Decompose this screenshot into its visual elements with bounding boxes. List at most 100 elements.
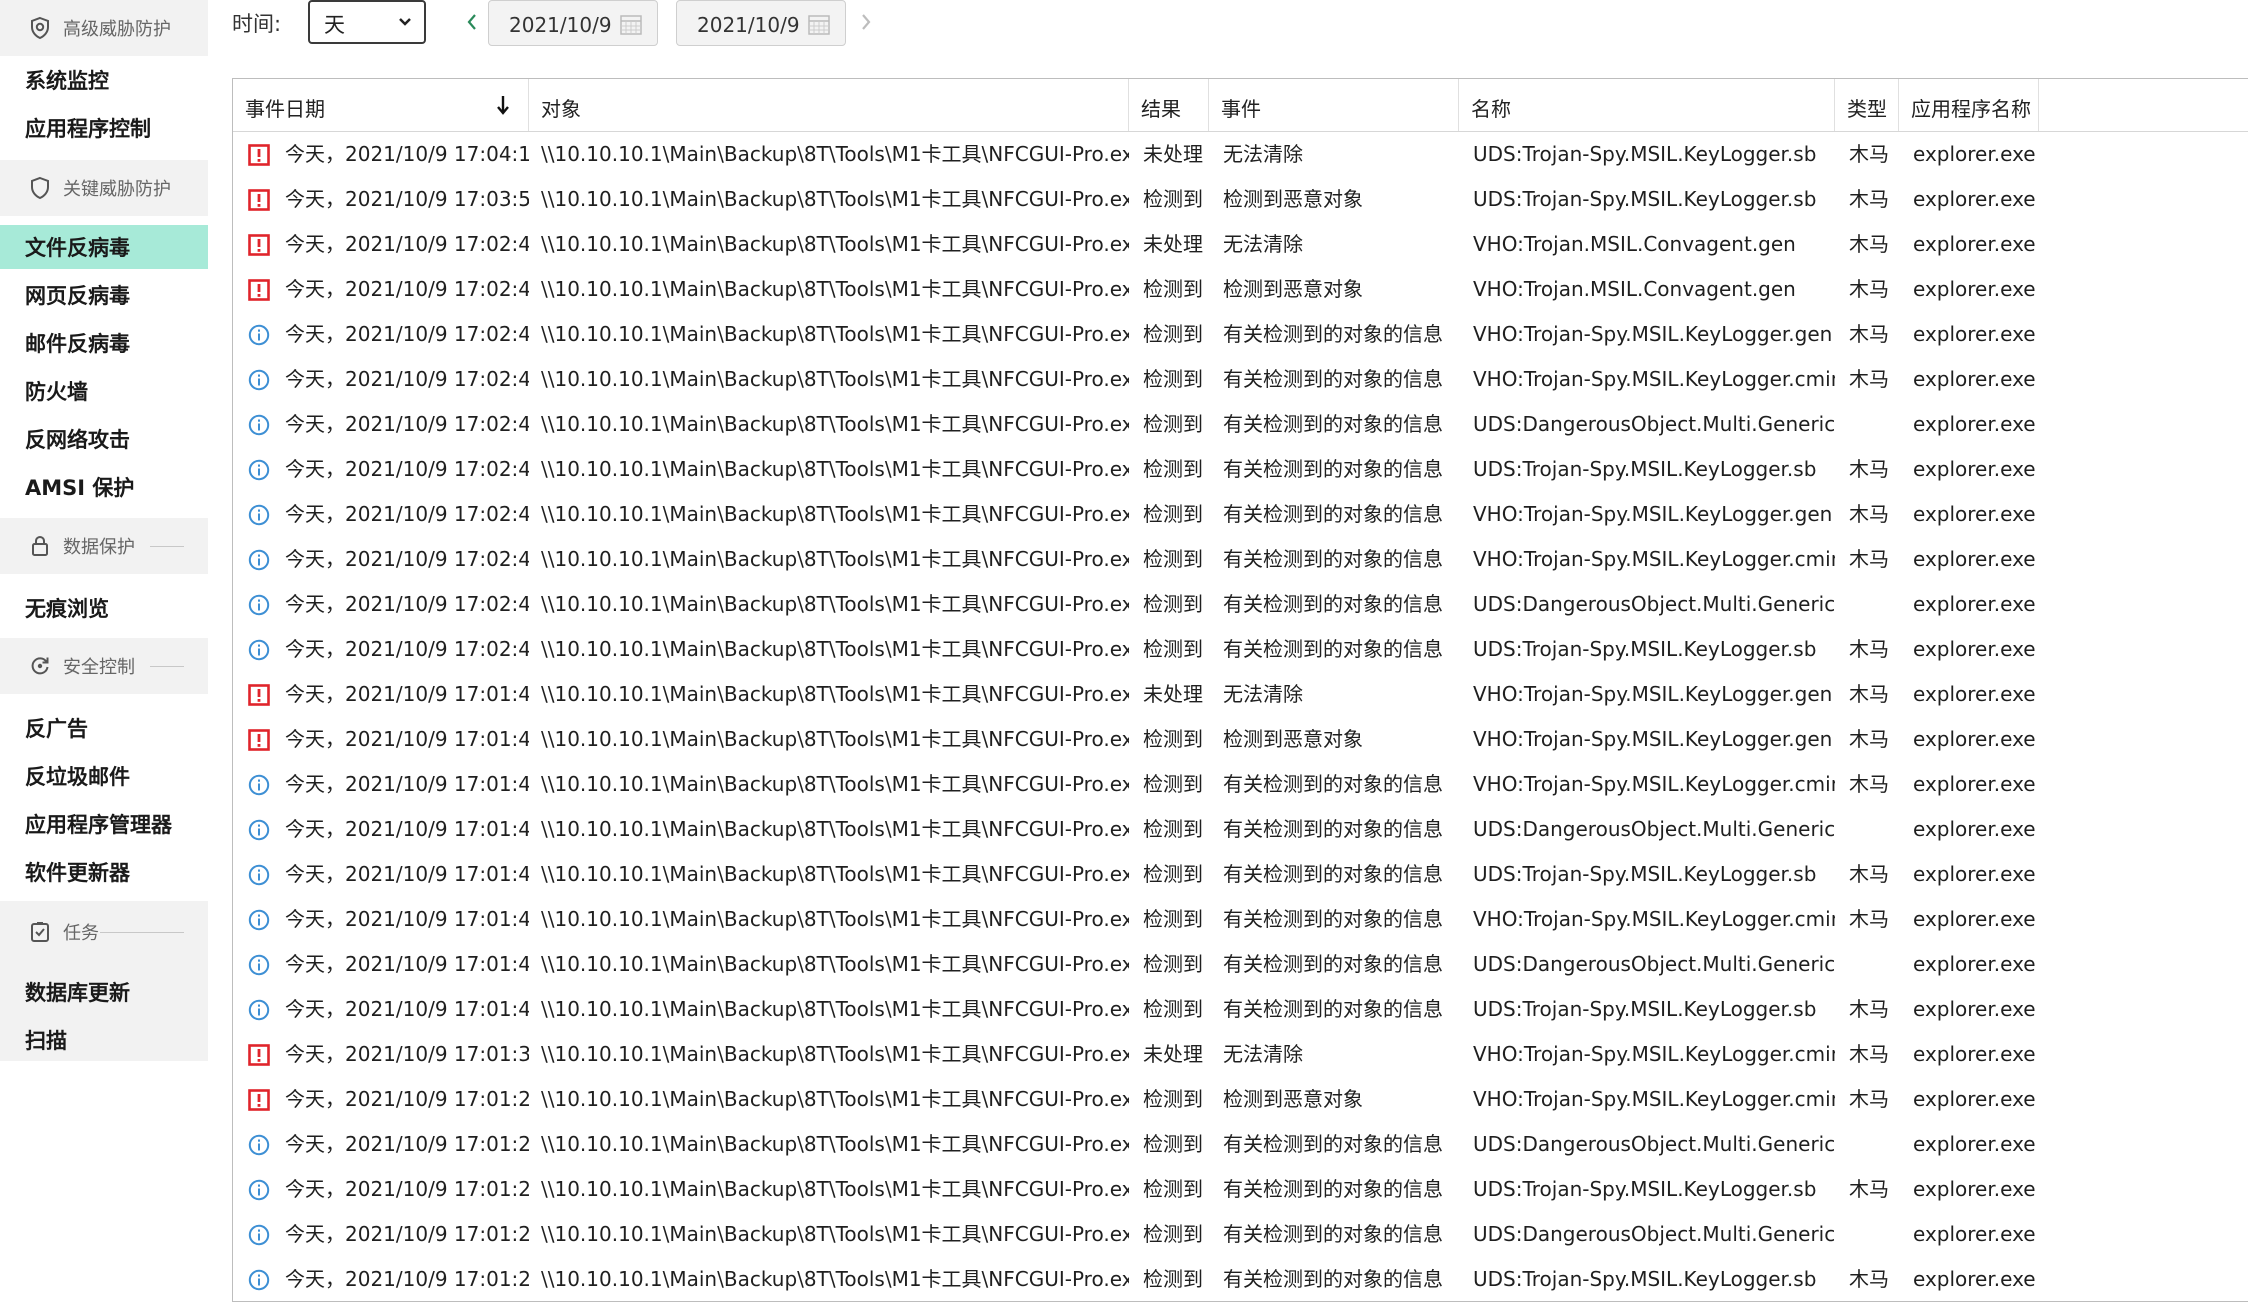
info-status-icon xyxy=(248,819,270,841)
table-row[interactable]: 今天，2021/10/9 17:01:42 \\10.10.10.1\Main\B… xyxy=(233,717,2248,762)
table-row[interactable]: 今天，2021/10/9 17:02:40 \\10.10.10.1\Main\B… xyxy=(233,627,2248,672)
previous-period-icon[interactable] xyxy=(462,10,482,34)
cell-event: 有关检测到的对象的信息 xyxy=(1223,1132,1443,1156)
table-row[interactable]: 今天，2021/10/9 17:01:32 \\10.10.10.1\Main\B… xyxy=(233,1032,2248,1077)
table-row[interactable]: 今天，2021/10/9 17:02:40 \\10.10.10.1\Main\B… xyxy=(233,447,2248,492)
cell-name: UDS:Trojan-Spy.MSIL.KeyLogger.sb xyxy=(1473,637,1817,661)
sidebar-item-amsi[interactable]: AMSI 保护 xyxy=(0,465,208,509)
sidebar-item-anti-spam[interactable]: 反垃圾邮件 xyxy=(0,754,208,798)
error-status-icon xyxy=(248,234,270,256)
table-row[interactable]: 今天，2021/10/9 17:01:42 \\10.10.10.1\Main\B… xyxy=(233,762,2248,807)
sidebar-section-security-control[interactable]: 安全控制 xyxy=(0,638,208,694)
sidebar-item-scan[interactable]: 扫描 xyxy=(0,1018,208,1062)
table-row[interactable]: 今天，2021/10/9 17:02:40 \\10.10.10.1\Main\B… xyxy=(233,402,2248,447)
table-row[interactable]: 今天，2021/10/9 17:01:42 \\10.10.10.1\Main\B… xyxy=(233,897,2248,942)
sidebar-item-app-manager[interactable]: 应用程序管理器 xyxy=(0,802,208,846)
column-header-label: 类型 xyxy=(1847,97,1887,121)
cell-object: \\10.10.10.1\Main\Backup\8T\Tools\M1卡工具\… xyxy=(541,1222,1129,1246)
date-from-picker[interactable]: 2021/10/9 xyxy=(488,0,658,46)
table-row[interactable]: 今天，2021/10/9 17:01:22 \\10.10.10.1\Main\B… xyxy=(233,1122,2248,1167)
cell-type xyxy=(1849,1212,1899,1257)
cell-object: \\10.10.10.1\Main\Backup\8T\Tools\M1卡工具\… xyxy=(541,592,1129,616)
column-header-type[interactable]: 类型 xyxy=(1835,79,1899,131)
cell-app-name: explorer.exe xyxy=(1913,637,2036,661)
cell-result: 检测到 xyxy=(1143,997,1203,1021)
sidebar-item-system-monitor[interactable]: 系统监控 xyxy=(0,58,208,102)
period-select[interactable]: 天 xyxy=(308,0,426,44)
cell-result: 检测到 xyxy=(1143,1222,1203,1246)
sidebar-section-key-threat[interactable]: 关键威胁防护 xyxy=(0,160,208,216)
cell-name: UDS:DangerousObject.Multi.Generic xyxy=(1473,1222,1835,1246)
sidebar-section-advanced-threat[interactable]: 高级威胁防护 xyxy=(0,0,208,56)
table-row[interactable]: 今天，2021/10/9 17:03:59 \\10.10.10.1\Main\B… xyxy=(233,177,2248,222)
sidebar-item-software-updater[interactable]: 软件更新器 xyxy=(0,850,208,894)
table-row[interactable]: 今天，2021/10/9 17:02:40 \\10.10.10.1\Main\B… xyxy=(233,582,2248,627)
column-header-app-name[interactable]: 应用程序名称 xyxy=(1899,79,2039,131)
cell-app-name: explorer.exe xyxy=(1913,772,2036,796)
column-header-label: 对象 xyxy=(541,97,581,121)
table-row[interactable]: 今天，2021/10/9 17:02:40 \\10.10.10.1\Main\B… xyxy=(233,357,2248,402)
cell-type: 木马 xyxy=(1849,502,1889,526)
table-row[interactable]: 今天，2021/10/9 17:01:42 \\10.10.10.1\Main\B… xyxy=(233,942,2248,987)
date-to-picker[interactable]: 2021/10/9 xyxy=(676,0,846,46)
cell-name: UDS:Trojan-Spy.MSIL.KeyLogger.sb xyxy=(1473,457,1817,481)
table-row[interactable]: 今天，2021/10/9 17:01:22 \\10.10.10.1\Main\B… xyxy=(233,1167,2248,1212)
error-status-icon xyxy=(248,279,270,301)
column-header-name[interactable]: 名称 xyxy=(1459,79,1835,131)
cell-date: 今天，2021/10/9 17:01:32 xyxy=(285,1042,529,1066)
table-row[interactable]: 今天，2021/10/9 17:01:22 \\10.10.10.1\Main\B… xyxy=(233,1257,2248,1301)
next-period-icon[interactable] xyxy=(856,10,876,34)
table-row[interactable]: 今天，2021/10/9 17:02:42 \\10.10.10.1\Main\B… xyxy=(233,222,2248,267)
cell-event: 有关检测到的对象的信息 xyxy=(1223,862,1443,886)
sidebar-item-firewall[interactable]: 防火墙 xyxy=(0,369,208,413)
sidebar-item-private-browsing[interactable]: 无痕浏览 xyxy=(0,586,208,630)
cell-name: UDS:Trojan-Spy.MSIL.KeyLogger.sb xyxy=(1473,1177,1817,1201)
time-label: 时间: xyxy=(232,12,282,36)
sidebar-item-db-update[interactable]: 数据库更新 xyxy=(0,970,208,1014)
sidebar-item-web-antivirus[interactable]: 网页反病毒 xyxy=(0,273,208,317)
sidebar-section-tasks[interactable]: 任务 xyxy=(0,904,208,960)
cell-event: 检测到恶意对象 xyxy=(1223,1087,1363,1111)
cell-object: \\10.10.10.1\Main\Backup\8T\Tools\M1卡工具\… xyxy=(541,412,1129,436)
cell-date: 今天，2021/10/9 17:02:40 xyxy=(285,457,529,481)
column-header-object[interactable]: 对象 xyxy=(529,79,1129,131)
column-header-result[interactable]: 结果 xyxy=(1129,79,1209,131)
sidebar-item-anti-banner[interactable]: 反广告 xyxy=(0,706,208,750)
table-row[interactable]: 今天，2021/10/9 17:02:40 \\10.10.10.1\Main\B… xyxy=(233,492,2248,537)
table-row[interactable]: 今天，2021/10/9 17:01:42 \\10.10.10.1\Main\B… xyxy=(233,987,2248,1032)
sidebar-item-app-control[interactable]: 应用程序控制 xyxy=(0,106,208,150)
cell-result: 检测到 xyxy=(1143,502,1203,526)
table-row[interactable]: 今天，2021/10/9 17:01:45 \\10.10.10.1\Main\B… xyxy=(233,672,2248,717)
table-row[interactable]: 今天，2021/10/9 17:01:22 \\10.10.10.1\Main\B… xyxy=(233,1212,2248,1257)
table-row[interactable]: 今天，2021/10/9 17:02:40 \\10.10.10.1\Main\B… xyxy=(233,267,2248,312)
task-check-icon xyxy=(31,922,49,942)
cell-event: 有关检测到的对象的信息 xyxy=(1223,322,1443,346)
table-row[interactable]: 今天，2021/10/9 17:01:42 \\10.10.10.1\Main\B… xyxy=(233,852,2248,897)
cell-type: 木马 xyxy=(1849,547,1889,571)
chevron-down-icon xyxy=(399,18,411,26)
sidebar-item-file-antivirus[interactable]: 文件反病毒 xyxy=(0,225,208,269)
table-row[interactable]: 今天，2021/10/9 17:02:40 \\10.10.10.1\Main\B… xyxy=(233,312,2248,357)
cell-event: 有关检测到的对象的信息 xyxy=(1223,1222,1443,1246)
sidebar-item-label: 反网络攻击 xyxy=(25,428,130,452)
cell-app-name: explorer.exe xyxy=(1913,862,2036,886)
cell-object: \\10.10.10.1\Main\Backup\8T\Tools\M1卡工具\… xyxy=(541,907,1129,931)
sidebar-item-mail-antivirus[interactable]: 邮件反病毒 xyxy=(0,321,208,365)
table-row[interactable]: 今天，2021/10/9 17:01:42 \\10.10.10.1\Main\B… xyxy=(233,807,2248,852)
sidebar-item-label: AMSI 保护 xyxy=(25,476,135,500)
table-row[interactable]: 今天，2021/10/9 17:04:14 \\10.10.10.1\Main\B… xyxy=(233,132,2248,177)
column-header-label: 应用程序名称 xyxy=(1911,97,2031,121)
sidebar-section-data-protection[interactable]: 数据保护 xyxy=(0,518,208,574)
sidebar-item-network-attack[interactable]: 反网络攻击 xyxy=(0,417,208,461)
cell-date: 今天，2021/10/9 17:02:40 xyxy=(285,637,529,661)
column-header-event[interactable]: 事件 xyxy=(1209,79,1459,131)
table-row[interactable]: 今天，2021/10/9 17:01:22 \\10.10.10.1\Main\B… xyxy=(233,1077,2248,1122)
cell-object: \\10.10.10.1\Main\Backup\8T\Tools\M1卡工具\… xyxy=(541,997,1129,1021)
cell-result: 检测到 xyxy=(1143,277,1203,301)
cell-app-name: explorer.exe xyxy=(1913,907,2036,931)
info-status-icon xyxy=(248,1269,270,1291)
cell-app-name: explorer.exe xyxy=(1913,547,2036,571)
cell-date: 今天，2021/10/9 17:01:42 xyxy=(285,727,529,751)
column-header-date[interactable]: 事件日期 xyxy=(233,79,529,131)
table-row[interactable]: 今天，2021/10/9 17:02:40 \\10.10.10.1\Main\B… xyxy=(233,537,2248,582)
